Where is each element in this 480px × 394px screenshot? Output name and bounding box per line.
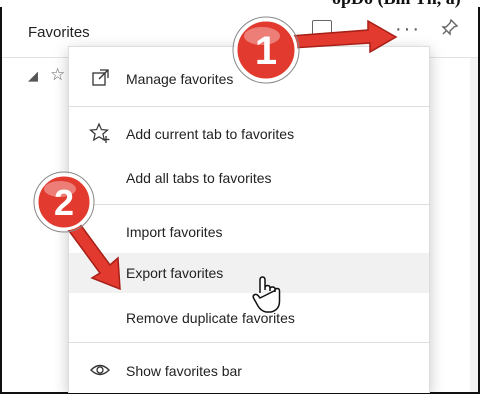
star-folder-icon: ☆ [50,65,66,84]
top-crop-area: opDo (Bill Th, a) [0,0,480,9]
menu-item-show-favorites-bar[interactable]: Show favorites bar [69,351,429,391]
favorites-tree-row[interactable]: ◢ ☆ [28,65,65,84]
panel-scrollbar[interactable] [470,58,478,392]
star-add-icon [89,122,111,144]
menu-item-add-current-tab[interactable]: Add current tab to favorites [69,114,429,154]
pin-icon[interactable] [441,18,459,41]
menu-item-remove-duplicates[interactable]: Remove duplicate favorites [69,298,429,338]
panel-title: Favorites [28,24,90,41]
callout-2-number: 2 [54,182,74,223]
menu-item-label: Manage favorites [126,71,234,87]
menu-separator [69,342,429,343]
cropped-header-text: opDo (Bill Th, a) [332,0,461,9]
eye-icon [89,359,111,381]
hand-cursor-icon [252,276,281,313]
callout-2: 2 [33,171,121,291]
expand-icon[interactable]: ◢ [28,68,38,83]
callout-1: 1 [232,16,398,84]
open-external-icon [89,67,111,89]
callout-1-number: 1 [255,29,277,73]
menu-item-label: Add current tab to favorites [126,126,295,142]
menu-item-label: Show favorites bar [126,363,242,379]
menu-separator [69,106,429,107]
